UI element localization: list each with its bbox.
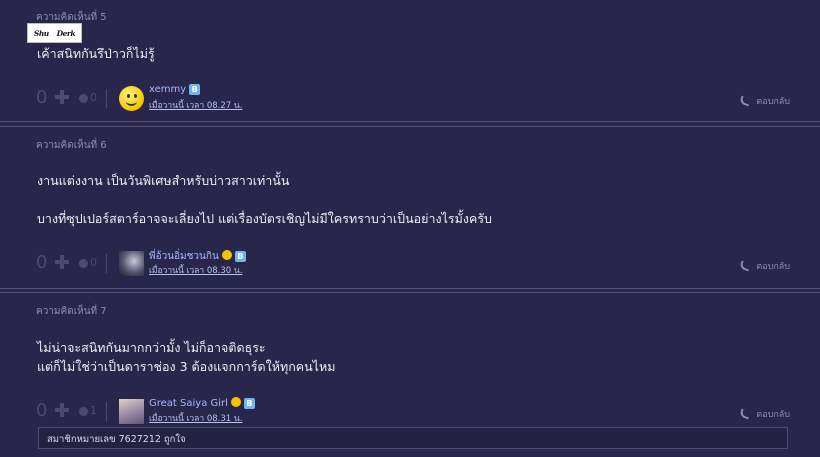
reply-button[interactable]: ตอบกลับ (739, 94, 790, 108)
member-badge-icon: B (189, 84, 201, 95)
comment-body: เค้าสนิทกันรึป่าวก็ไม่รู้ (37, 46, 155, 61)
divider (106, 254, 107, 273)
emotion-count: 0 (90, 256, 97, 269)
comment-actions: 0 1 Great Saiya Girl B เมื่อวานนี้ เวลา 0… (34, 397, 790, 425)
emotion-icon[interactable] (79, 94, 88, 103)
avatar[interactable] (119, 251, 144, 276)
username-link[interactable]: xemmy B (149, 84, 201, 95)
plus-vote-icon[interactable] (55, 90, 69, 104)
comment-actions: 0 0 xemmy B เมื่อวานนี้ เวลา 08.27 น. ตอบ… (34, 84, 790, 112)
comment-time[interactable]: เมื่อวานนี้ เวลา 08.31 น. (149, 411, 242, 425)
comment-actions: 0 0 พี่อ้วนอิ่มชวนกิน B เมื่อวานนี้ เวลา … (34, 249, 790, 277)
comment-body-line-2: บางที่ซุปเปอร์สตาร์อาจจะเลี่ยงไป แต่เรื่… (37, 211, 492, 226)
avatar[interactable] (119, 86, 144, 111)
reply-button[interactable]: ตอบกลับ (739, 259, 790, 273)
emotion-count: 1 (90, 404, 97, 417)
reply-icon (739, 95, 752, 107)
emotion-icon[interactable] (79, 407, 88, 416)
like-notice: สมาชิกหมายเลข 7627212 ถูกใจ (38, 427, 788, 449)
emotion-count: 0 (90, 91, 97, 104)
comment-title: ความคิดเห็นที่ 6 (36, 140, 107, 151)
comment-7: ความคิดเห็นที่ 7 ไม่น่าจะสนิทกันมากกว่าม… (0, 292, 820, 457)
member-badge-icon: B (243, 398, 255, 409)
plus-vote-icon[interactable] (55, 403, 69, 417)
comment-body-line-1: ไม่น่าจะสนิทกันมากกว่ามั้ง ไม่ก็อาจติดธุ… (37, 340, 266, 355)
username-link[interactable]: Great Saiya Girl B (149, 397, 255, 409)
comment-6: ความคิดเห็นที่ 6 งานแต่งงาน เป็นวันพิเศษ… (0, 126, 820, 289)
plus-vote-icon[interactable] (55, 255, 69, 269)
comment-body-line-1: งานแต่งงาน เป็นวันพิเศษสำหรับบ่าวสาวเท่า… (37, 173, 290, 188)
smile-emoji-icon (230, 397, 241, 407)
smile-emoji-icon (221, 250, 232, 260)
comment-5: ความคิดเห็นที่ 5 Shu Derk เค้าสนิทกันรึป่… (0, 0, 820, 122)
reply-icon (739, 408, 752, 420)
vote-count: 0 (36, 252, 48, 273)
sticker-image: Shu Derk (27, 23, 82, 43)
vote-count: 0 (36, 400, 48, 421)
comment-time[interactable]: เมื่อวานนี้ เวลา 08.27 น. (149, 98, 242, 112)
emotion-icon[interactable] (79, 259, 88, 268)
comment-body-line-2: แต่ก็ไม่ใช่ว่าเป็นดาราช่อง 3 ต้องแจกการ์… (37, 359, 336, 374)
divider (106, 402, 107, 421)
divider (106, 89, 107, 108)
comment-time[interactable]: เมื่อวานนี้ เวลา 08.30 น. (149, 263, 242, 277)
username-link[interactable]: พี่อ้วนอิ่มชวนกิน B (149, 249, 246, 264)
vote-count: 0 (36, 87, 48, 108)
avatar[interactable] (119, 399, 144, 424)
reply-icon (739, 260, 752, 272)
member-badge-icon: B (234, 251, 246, 262)
comment-title: ความคิดเห็นที่ 7 (36, 306, 107, 317)
reply-button[interactable]: ตอบกลับ (739, 407, 790, 421)
